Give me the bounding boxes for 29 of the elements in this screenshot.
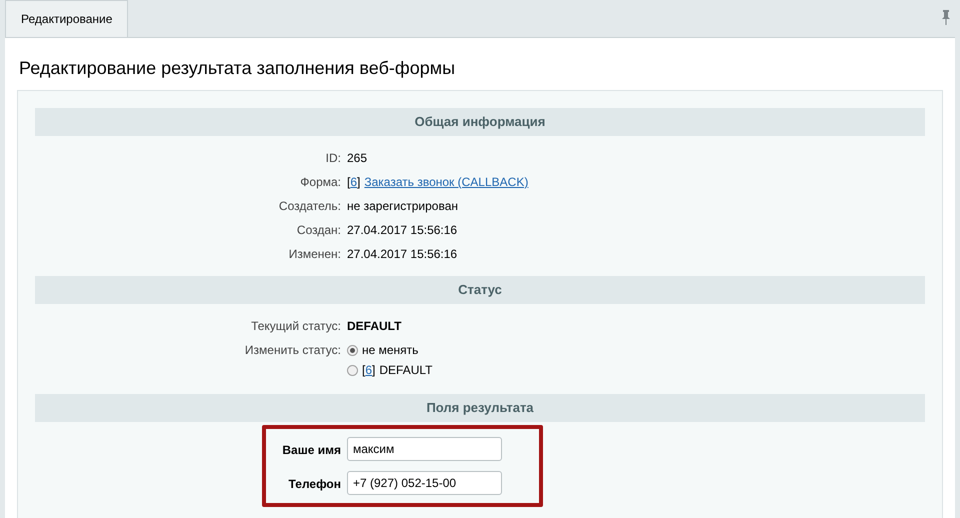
radio-label: DEFAULT <box>379 362 432 379</box>
pin-icon[interactable] <box>942 10 950 25</box>
field-value: 265 <box>347 150 368 167</box>
section-header: Статус <box>35 276 925 304</box>
field-label: Создан: <box>296 222 341 239</box>
field-label: Текущий статус: <box>250 318 341 335</box>
form-link[interactable]: Заказать звонок (CALLBACK) <box>364 173 528 191</box>
field-value: не зарегистрирован <box>347 198 459 215</box>
status-id-link[interactable]: [6] <box>362 361 376 379</box>
field-label: ID: <box>324 150 341 167</box>
field-label: Форма: <box>299 174 341 191</box>
radio-label: не менять <box>362 342 418 359</box>
field-value: 27.04.2017 15:56:16 <box>347 246 458 263</box>
form-id-link[interactable]: [6] <box>347 173 360 191</box>
text-input[interactable]: +7 (927) 052-15-00 <box>347 471 502 495</box>
field-label: Создатель: <box>278 198 341 215</box>
text-input[interactable]: максим <box>347 437 502 461</box>
field-label: Телефон <box>288 476 341 493</box>
radio-button[interactable] <box>347 364 358 376</box>
page-title: Редактирование результата заполнения веб-формы <box>19 57 456 80</box>
tab[interactable]: Редактирование <box>5 0 128 37</box>
field-value: 27.04.2017 15:56:16 <box>347 222 458 239</box>
field-label: Изменить статус: <box>244 342 341 359</box>
field-label: Ваше имя <box>281 442 341 459</box>
radio-button[interactable] <box>347 344 358 356</box>
section-header: Общая информация <box>35 108 925 136</box>
section-header: Поля результата <box>35 394 925 422</box>
field-value: DEFAULT <box>347 318 402 335</box>
field-label: Изменен: <box>288 246 341 263</box>
